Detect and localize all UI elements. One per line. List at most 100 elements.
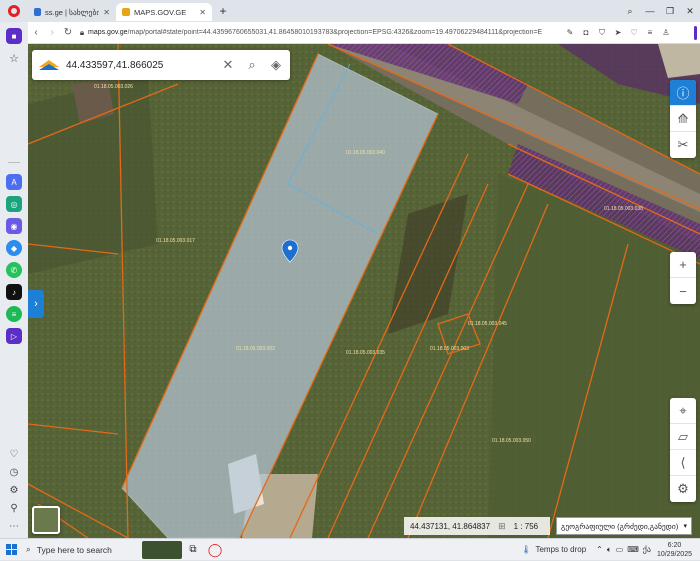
parcel-label: 01.18.05.003.050 <box>492 438 531 444</box>
parcel-label: 01.18.05.003.040 <box>346 150 385 156</box>
heart-icon[interactable]: ♡ <box>628 27 640 39</box>
tab-title: MAPS.GOV.GE <box>134 7 187 17</box>
coordinate-readout: 44.437131, 41.864837 ⊞ 1 : 756 <box>404 517 550 535</box>
coordinate-search-input[interactable] <box>66 59 216 71</box>
coordinate-system-select[interactable]: გეოგრაფიული (გრძედი,განედი) ▾ <box>556 517 692 535</box>
layers-icon[interactable]: ◈ <box>264 50 288 80</box>
pinboard-icon[interactable]: ⚲ <box>6 500 22 516</box>
player-icon[interactable]: ▷ <box>6 328 22 344</box>
favorites-heart-icon[interactable]: ♡ <box>6 446 22 462</box>
messenger-icon[interactable]: ◆ <box>6 240 22 256</box>
profile-icon[interactable]: ♙ <box>660 27 672 39</box>
url-field[interactable]: maps.gov.ge/map/portal#state/point=44.43… <box>88 29 558 36</box>
sidebar-accent <box>694 26 697 40</box>
close-tab-icon[interactable]: ✕ <box>103 8 110 17</box>
opera-sidebar: ■ ☆ A ◎ ◉ ◆ ✆ ♪ ≡ ▷ ♡ ◷ ⚙ ⚲ ⋯ <box>0 22 28 538</box>
search-tabs-icon[interactable]: ⌕ <box>620 0 640 22</box>
map-tools-top: ⓘ ⟰ ✂ <box>670 80 696 158</box>
close-window-button[interactable]: ✕ <box>680 0 700 22</box>
more-dots-icon[interactable]: ⋯ <box>6 518 22 534</box>
windows-start-icon[interactable] <box>0 539 22 561</box>
show-hidden-icons-chevron-icon[interactable]: ⌃ <box>596 545 603 554</box>
search-icon: ⌕ <box>26 544 31 554</box>
chatgpt-icon[interactable]: ◎ <box>6 196 22 212</box>
speed-dial-icon[interactable]: ☆ <box>6 50 22 66</box>
taskbar-search-placeholder: Type here to search <box>36 544 112 555</box>
basemap-switcher[interactable] <box>32 506 60 534</box>
send-icon[interactable]: ➤ <box>612 27 624 39</box>
tiktok-icon[interactable]: ♪ <box>6 284 22 300</box>
map-tools-bottom: ⌖ ▱ ⟨ ⚙ <box>670 398 696 502</box>
close-tab-icon[interactable]: ✕ <box>199 8 206 17</box>
minimize-button[interactable]: — <box>640 0 660 22</box>
reload-icon[interactable]: ↻ <box>60 23 76 43</box>
locate-me-icon[interactable]: ⌖ <box>670 398 696 424</box>
parcel-label: 01.18.05.003.035 <box>346 350 385 356</box>
aria-ai-icon[interactable]: A <box>6 174 22 190</box>
thermometer-icon: 🌡︎ <box>521 545 532 554</box>
napr-logo-icon[interactable] <box>32 50 66 80</box>
draw-polygon-icon[interactable]: ▱ <box>670 424 696 450</box>
search-icon[interactable]: ⌕ <box>240 50 264 80</box>
forward-arrow-icon[interactable]: › <box>44 23 60 43</box>
back-arrow-icon[interactable]: ‹ <box>28 23 44 43</box>
tab-maps-gov-ge[interactable]: MAPS.GOV.GE ✕ <box>116 3 212 21</box>
clear-icon[interactable]: ✕ <box>216 50 240 80</box>
restore-button[interactable]: ❐ <box>660 0 680 22</box>
parcel-label: 01.18.05.003.017 <box>156 238 195 244</box>
maps-gov-favicon-icon <box>122 8 130 16</box>
zoom-out-button[interactable]: − <box>670 278 696 304</box>
zoom-in-button[interactable]: + <box>670 252 696 278</box>
chevron-down-icon: ▾ <box>683 523 687 530</box>
tab-title: ss.ge | სახლები და ბაქნე <box>45 7 100 17</box>
clock-date: 10/29/2025 <box>656 550 692 558</box>
settings-gear-icon[interactable]: ⚙ <box>6 482 22 498</box>
windows-taskbar: ⌕ Type here to search ⧉ ◯ 🌡︎ Temps to dr… <box>0 538 700 560</box>
language-indicator[interactable]: ქა <box>643 545 651 554</box>
map-settings-icon[interactable]: ⚙ <box>670 476 696 502</box>
parcel-label: 01.18.05.003.038 <box>604 206 643 212</box>
search-panel: ✕ ⌕ ◈ <box>32 50 290 80</box>
keyboard-icon[interactable]: ⌨ <box>627 545 639 554</box>
whatsapp-icon[interactable]: ✆ <box>6 262 22 278</box>
info-icon[interactable]: ⓘ <box>670 80 696 106</box>
share-icon[interactable]: ⟨ <box>670 450 696 476</box>
system-tray: ⌃ 🔈︎ ▭ ⌨ ქა <box>596 545 651 555</box>
edit-icon[interactable]: ✎ <box>564 27 576 39</box>
weather-text: Temps to drop <box>535 545 587 554</box>
cursor-coordinates: 44.437131, 41.864837 <box>410 521 491 531</box>
discord-icon[interactable]: ◉ <box>6 218 22 234</box>
zoom-controls: + − <box>670 252 696 304</box>
search-highlight-image[interactable] <box>142 540 182 559</box>
compass-icon[interactable]: ⟰ <box>670 106 696 132</box>
map-canvas[interactable]: 01.18.05.003.026 01.18.05.003.040 01.18.… <box>28 44 700 538</box>
task-view-icon[interactable]: ⧉ <box>182 539 204 561</box>
lock-icon[interactable]: 🔒︎ <box>76 28 88 38</box>
parcel-label: 01.18.05.003.003 <box>430 346 469 352</box>
opera-taskbar-icon[interactable]: ◯ <box>204 539 226 561</box>
network-icon[interactable]: ▭ <box>616 545 624 554</box>
menu-icon[interactable]: ≡ <box>644 27 656 39</box>
history-clock-icon[interactable]: ◷ <box>6 464 22 480</box>
volume-icon[interactable]: 🔈︎ <box>607 545 612 555</box>
ad-block-icon[interactable]: ⛉ <box>596 27 608 39</box>
ruler-icon: ⊞ <box>498 520 506 531</box>
weather-widget[interactable]: 🌡︎ Temps to drop <box>521 545 586 554</box>
measure-tools-icon[interactable]: ✂ <box>670 132 696 158</box>
aerial-imagery <box>28 44 700 538</box>
opera-logo-icon[interactable] <box>0 0 28 22</box>
spotify-icon[interactable]: ≡ <box>6 306 22 322</box>
map-scale: 1 : 756 <box>513 521 539 531</box>
camera-icon[interactable]: ◘ <box>580 27 592 39</box>
clock-time: 6:20 <box>667 541 682 549</box>
open-panel-chevron-icon[interactable]: › <box>28 290 44 318</box>
browser-tab-bar: ss.ge | სახლები და ბაქნე ✕ MAPS.GOV.GE ✕… <box>0 0 700 22</box>
parcel-label: 01.18.05.003.045 <box>468 321 507 327</box>
url-domain: maps.gov.ge <box>88 29 128 36</box>
tab-ss-ge[interactable]: ss.ge | სახლები და ბაქნე ✕ <box>28 3 116 21</box>
url-path: /map/portal#state/point=44.4359676065503… <box>127 29 543 36</box>
taskbar-search[interactable]: ⌕ Type here to search <box>22 539 140 561</box>
taskbar-clock[interactable]: 6:20 10/29/2025 <box>657 541 692 559</box>
workspace-icon[interactable]: ■ <box>6 28 22 44</box>
new-tab-button[interactable]: + <box>216 4 230 18</box>
